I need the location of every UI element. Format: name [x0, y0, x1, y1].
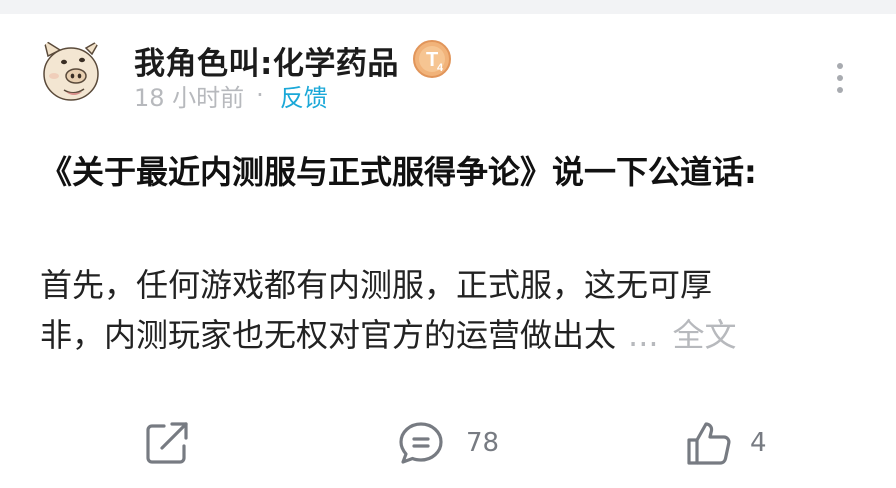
post-card[interactable]: 我角色叫:化学药品 T 4 18 小时前 · 反馈 《关于最近内测服与正式服得争…: [0, 0, 896, 488]
more-options-button[interactable]: [826, 54, 854, 102]
read-more-link[interactable]: 全文: [673, 316, 737, 354]
comment-button[interactable]: 78: [396, 418, 499, 468]
level-badge-icon: T 4: [413, 40, 451, 78]
share-icon: [146, 422, 188, 464]
post-title[interactable]: 《关于最近内测服与正式服得争论》说一下公道话:: [40, 147, 830, 197]
thumbs-up-icon: [687, 422, 731, 465]
feedback-link[interactable]: 反馈: [280, 78, 328, 113]
vertical-dots-icon: [837, 63, 843, 69]
comment-count: 78: [466, 428, 500, 458]
post-body[interactable]: 首先，任何游戏都有内测服，正式服，这无可厚 非，内测玩家也无权对官方的运营做出太…: [40, 260, 840, 360]
like-button[interactable]: 4: [684, 418, 767, 468]
meta-separator: ·: [256, 81, 264, 109]
level-badge-number: 4: [437, 62, 444, 74]
comment-icon: [399, 422, 443, 464]
level-badge: T 4: [412, 39, 452, 79]
post-body-line-text: 非，内测玩家也无权对官方的运营做出太: [40, 316, 617, 354]
author-avatar[interactable]: [34, 34, 108, 108]
post-body-line: 首先，任何游戏都有内测服，正式服，这无可厚: [40, 266, 713, 304]
vertical-dots-icon: [837, 75, 843, 81]
post-body-line: 非，内测玩家也无权对官方的运营做出太... 全文: [40, 310, 840, 360]
cartoon-pig-face-avatar-icon: [34, 34, 108, 108]
author-name[interactable]: 我角色叫:化学药品: [134, 38, 399, 83]
post-time: 18 小时前: [134, 83, 245, 112]
post-meta: 18 小时前 · 反馈: [134, 78, 328, 113]
share-button[interactable]: [142, 418, 192, 468]
like-count: 4: [750, 428, 767, 458]
vertical-dots-icon: [837, 87, 843, 93]
truncation-ellipsis: ...: [628, 316, 659, 354]
